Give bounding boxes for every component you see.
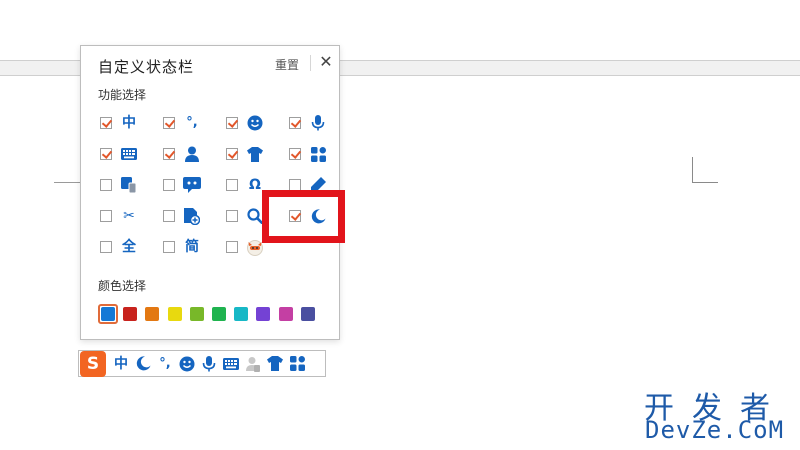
color-swatch[interactable] — [120, 304, 140, 324]
color-swatch[interactable] — [187, 304, 207, 324]
panel-title: 自定义状态栏 — [98, 59, 195, 76]
function-option-file-add[interactable] — [163, 205, 207, 227]
statusbar-icons: 中 °, — [110, 353, 308, 375]
color-swatch-fill — [234, 307, 249, 321]
statusbar-keyboard-icon[interactable] — [220, 353, 242, 375]
skin-shirt-icon — [245, 143, 265, 165]
function-option-device[interactable] — [100, 174, 144, 196]
color-swatch-fill — [300, 307, 315, 321]
statusbar-skin-shirt-icon[interactable] — [264, 353, 286, 375]
function-checkbox[interactable] — [100, 117, 112, 129]
device-icon — [119, 174, 139, 196]
page-margin-mark-right — [692, 157, 693, 183]
function-checkbox[interactable] — [226, 117, 238, 129]
function-checkbox[interactable] — [100, 179, 112, 191]
punctuation-icon: °, — [186, 115, 198, 130]
function-option-punctuation[interactable]: °, — [163, 112, 207, 134]
page-margin-mark-right-h — [692, 182, 718, 183]
function-option-chinese-mode[interactable]: 中 — [100, 112, 144, 134]
color-swatch-fill — [101, 307, 115, 321]
scissors-icon: ✂ — [123, 208, 135, 224]
function-checkbox[interactable] — [163, 117, 175, 129]
function-checkbox[interactable] — [226, 210, 238, 222]
statusbar-microphone-icon[interactable] — [198, 353, 220, 375]
function-option-keyboard[interactable] — [100, 143, 144, 165]
function-option-full-width[interactable]: 全 — [100, 236, 144, 258]
function-checkbox[interactable] — [226, 148, 238, 160]
statusbar-user-icon[interactable] — [242, 353, 264, 375]
file-add-icon — [182, 205, 202, 227]
color-swatch[interactable] — [298, 304, 318, 324]
function-checkbox[interactable] — [289, 117, 301, 129]
color-swatch-fill — [212, 307, 226, 321]
function-checkbox[interactable] — [100, 241, 112, 253]
keyboard-icon — [119, 143, 139, 165]
full-width-icon: 全 — [122, 239, 136, 255]
input-method-statusbar: S 中 °, — [78, 350, 326, 377]
color-swatch-fill — [123, 307, 138, 321]
function-checkbox[interactable] — [163, 148, 175, 160]
reset-button[interactable]: 重置 — [275, 56, 299, 73]
sogou-logo[interactable]: S — [80, 350, 106, 377]
function-option-user[interactable] — [163, 143, 207, 165]
statusbar-chinese-mode-icon[interactable]: 中 — [110, 353, 132, 375]
highlight-annotation-box — [262, 190, 345, 243]
statusbar-toolbox-icon[interactable] — [286, 353, 308, 375]
function-checkbox[interactable] — [100, 148, 112, 160]
user-icon — [182, 143, 202, 165]
statusbar-punctuation-icon[interactable]: °, — [154, 353, 176, 375]
function-option-toolbox[interactable] — [289, 143, 333, 165]
logo-letter: S — [86, 353, 100, 374]
statusbar-emoji-icon[interactable] — [176, 353, 198, 375]
color-swatch-fill — [278, 307, 293, 321]
color-swatch[interactable] — [209, 304, 229, 324]
function-checkbox[interactable] — [163, 210, 175, 222]
color-swatch[interactable] — [165, 304, 185, 324]
function-option-skin-shirt[interactable] — [226, 143, 270, 165]
color-swatch-fill — [167, 307, 182, 321]
function-checkbox[interactable] — [226, 241, 238, 253]
toolbox-icon — [308, 143, 328, 165]
color-swatch-fill — [189, 307, 204, 321]
function-checkbox[interactable] — [289, 148, 301, 160]
function-checkbox[interactable] — [226, 179, 238, 191]
color-swatch[interactable] — [231, 304, 251, 324]
chat-bot-icon — [182, 174, 202, 196]
function-checkbox[interactable] — [163, 241, 175, 253]
color-swatch[interactable] — [142, 304, 162, 324]
microphone-icon — [308, 112, 328, 134]
function-option-chat-bot[interactable] — [163, 174, 207, 196]
function-checkbox[interactable] — [163, 179, 175, 191]
function-checkbox[interactable] — [100, 210, 112, 222]
emoji-icon — [245, 112, 265, 134]
header-divider — [310, 55, 311, 71]
function-option-scissors[interactable]: ✂ — [100, 205, 144, 227]
color-swatch[interactable] — [253, 304, 273, 324]
function-option-emoji[interactable] — [226, 112, 270, 134]
simplified-icon: 简 — [185, 239, 199, 255]
function-option-simplified[interactable]: 简 — [163, 236, 207, 258]
color-section-label: 颜色选择 — [98, 279, 147, 293]
watermark-url: DevZe.CoM — [645, 416, 785, 444]
color-swatch[interactable] — [98, 304, 118, 324]
function-section-label: 功能选择 — [98, 88, 147, 102]
function-option-microphone[interactable] — [289, 112, 333, 134]
close-button[interactable]: ✕ — [317, 51, 335, 73]
color-swatch-fill — [145, 307, 160, 321]
chinese-mode-icon: 中 — [122, 115, 136, 131]
statusbar-moon-icon[interactable] — [132, 353, 154, 375]
color-swatch-fill — [256, 307, 271, 321]
color-swatch[interactable] — [276, 304, 296, 324]
